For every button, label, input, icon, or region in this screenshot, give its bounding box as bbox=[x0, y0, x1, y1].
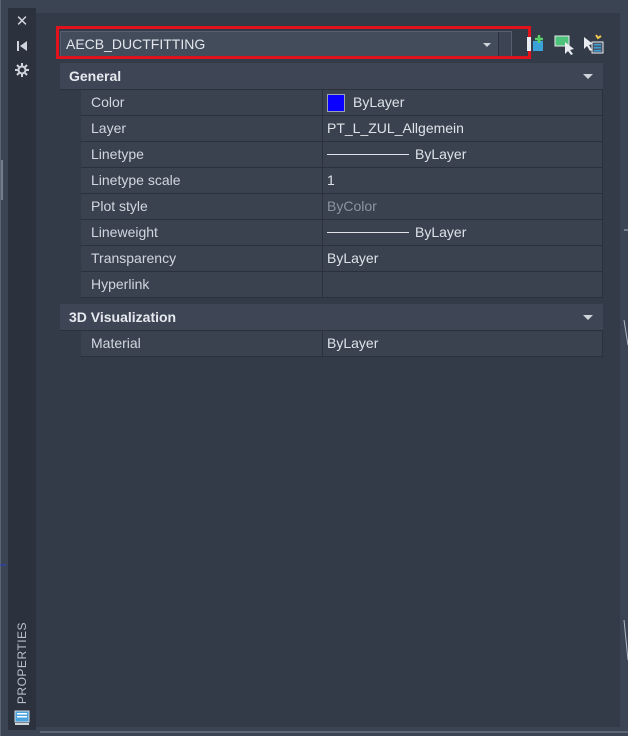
property-row-lineweight: Lineweight ByLayer bbox=[81, 220, 603, 246]
properties-panel-icon[interactable] bbox=[14, 710, 30, 726]
property-name: Plot style bbox=[81, 194, 323, 219]
property-name: Linetype scale bbox=[81, 168, 323, 193]
category-general[interactable]: General bbox=[60, 63, 603, 90]
property-name: Lineweight bbox=[81, 220, 323, 245]
quick-select-icon[interactable] bbox=[582, 33, 604, 55]
settings-icon[interactable] bbox=[14, 62, 30, 78]
property-value: ByColor bbox=[323, 194, 603, 219]
palette-title: PROPERTIES bbox=[15, 621, 30, 705]
property-row-hyperlink: Hyperlink bbox=[81, 272, 603, 298]
property-row-transparency: Transparency ByLayer bbox=[81, 246, 603, 272]
property-name: Color bbox=[81, 90, 323, 115]
property-row-plot-style: Plot style ByColor bbox=[81, 194, 603, 220]
palette-title-bar: ✕ PROPERTIES bbox=[8, 8, 36, 730]
category-3d-visualization[interactable]: 3D Visualization bbox=[60, 304, 603, 331]
property-row-material: Material ByLayer bbox=[81, 331, 603, 357]
property-value[interactable]: 1 bbox=[323, 168, 603, 193]
property-value[interactable]: ByLayer bbox=[323, 90, 603, 115]
close-icon[interactable]: ✕ bbox=[14, 14, 30, 30]
property-row-linetype-scale: Linetype scale 1 bbox=[81, 168, 603, 194]
object-type-value: AECB_DUCTFITTING bbox=[66, 36, 206, 52]
property-value[interactable]: ByLayer bbox=[323, 220, 603, 245]
collapse-icon[interactable] bbox=[583, 315, 593, 320]
linetype-preview bbox=[327, 154, 409, 155]
property-name: Transparency bbox=[81, 246, 323, 271]
property-name: Hyperlink bbox=[81, 272, 323, 297]
category-title: 3D Visualization bbox=[69, 309, 177, 325]
property-name: Linetype bbox=[81, 142, 323, 167]
property-value[interactable]: PT_L_ZUL_Allgemein bbox=[323, 116, 603, 141]
lineweight-preview bbox=[327, 232, 409, 233]
autohide-icon[interactable] bbox=[14, 38, 30, 54]
color-swatch bbox=[327, 93, 345, 112]
property-row-color: Color ByLayer bbox=[81, 90, 603, 116]
select-objects-icon[interactable] bbox=[553, 33, 575, 55]
property-value[interactable]: ByLayer bbox=[323, 142, 603, 167]
property-value[interactable]: ByLayer bbox=[323, 331, 603, 356]
property-value[interactable] bbox=[323, 272, 603, 297]
dropdown-chevron-icon bbox=[483, 43, 491, 47]
property-row-linetype: Linetype ByLayer bbox=[81, 142, 603, 168]
property-value[interactable]: ByLayer bbox=[323, 246, 603, 271]
toggle-pickadd-icon[interactable] bbox=[525, 33, 547, 55]
collapse-icon[interactable] bbox=[583, 74, 593, 79]
dropdown-divider bbox=[498, 32, 511, 56]
category-title: General bbox=[69, 68, 122, 84]
property-name: Layer bbox=[81, 116, 323, 141]
property-name: Material bbox=[81, 331, 323, 356]
properties-palette: AECB_DUCTFITTING General Color ByLayer L… bbox=[36, 13, 620, 727]
property-grid: General Color ByLayer Layer PT_L_ZUL_All… bbox=[60, 63, 603, 357]
object-type-dropdown[interactable]: AECB_DUCTFITTING bbox=[60, 31, 512, 57]
property-row-layer: Layer PT_L_ZUL_Allgemein bbox=[81, 116, 603, 142]
